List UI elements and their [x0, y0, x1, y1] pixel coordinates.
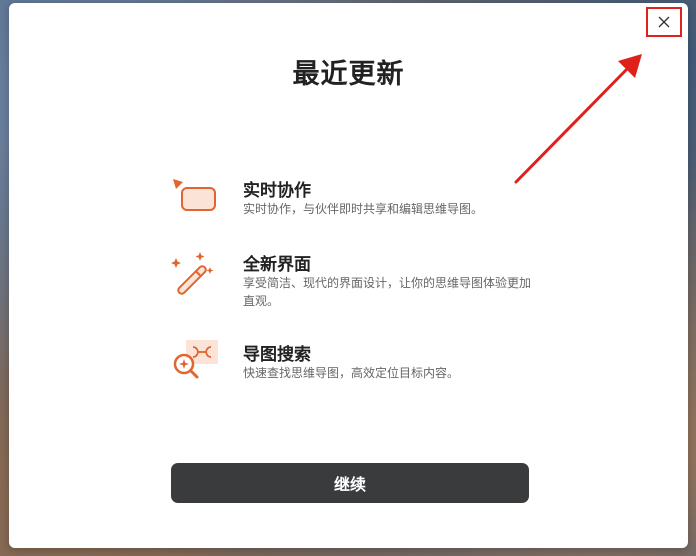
- feature-name: 导图搜索: [243, 345, 311, 365]
- close-button[interactable]: [646, 7, 682, 37]
- feature-description: 实时协作，与伙伴即时共享和编辑思维导图。: [243, 202, 484, 216]
- continue-button[interactable]: 继续: [171, 463, 529, 503]
- dialog-title: 最近更新: [292, 59, 405, 90]
- close-icon: [658, 16, 670, 28]
- feature-description: 快速查找思维导图，高效定位目标内容。: [243, 366, 460, 380]
- feature-name: 实时协作: [243, 181, 311, 201]
- collaboration-icon: [173, 179, 216, 211]
- feature-description: 享受简洁、现代的界面设计，让你的思维导图体验更加直观。: [243, 276, 532, 308]
- feature-name: 全新界面: [243, 255, 311, 275]
- magic-wand-icon: [171, 252, 214, 295]
- map-search-icon: [173, 340, 218, 379]
